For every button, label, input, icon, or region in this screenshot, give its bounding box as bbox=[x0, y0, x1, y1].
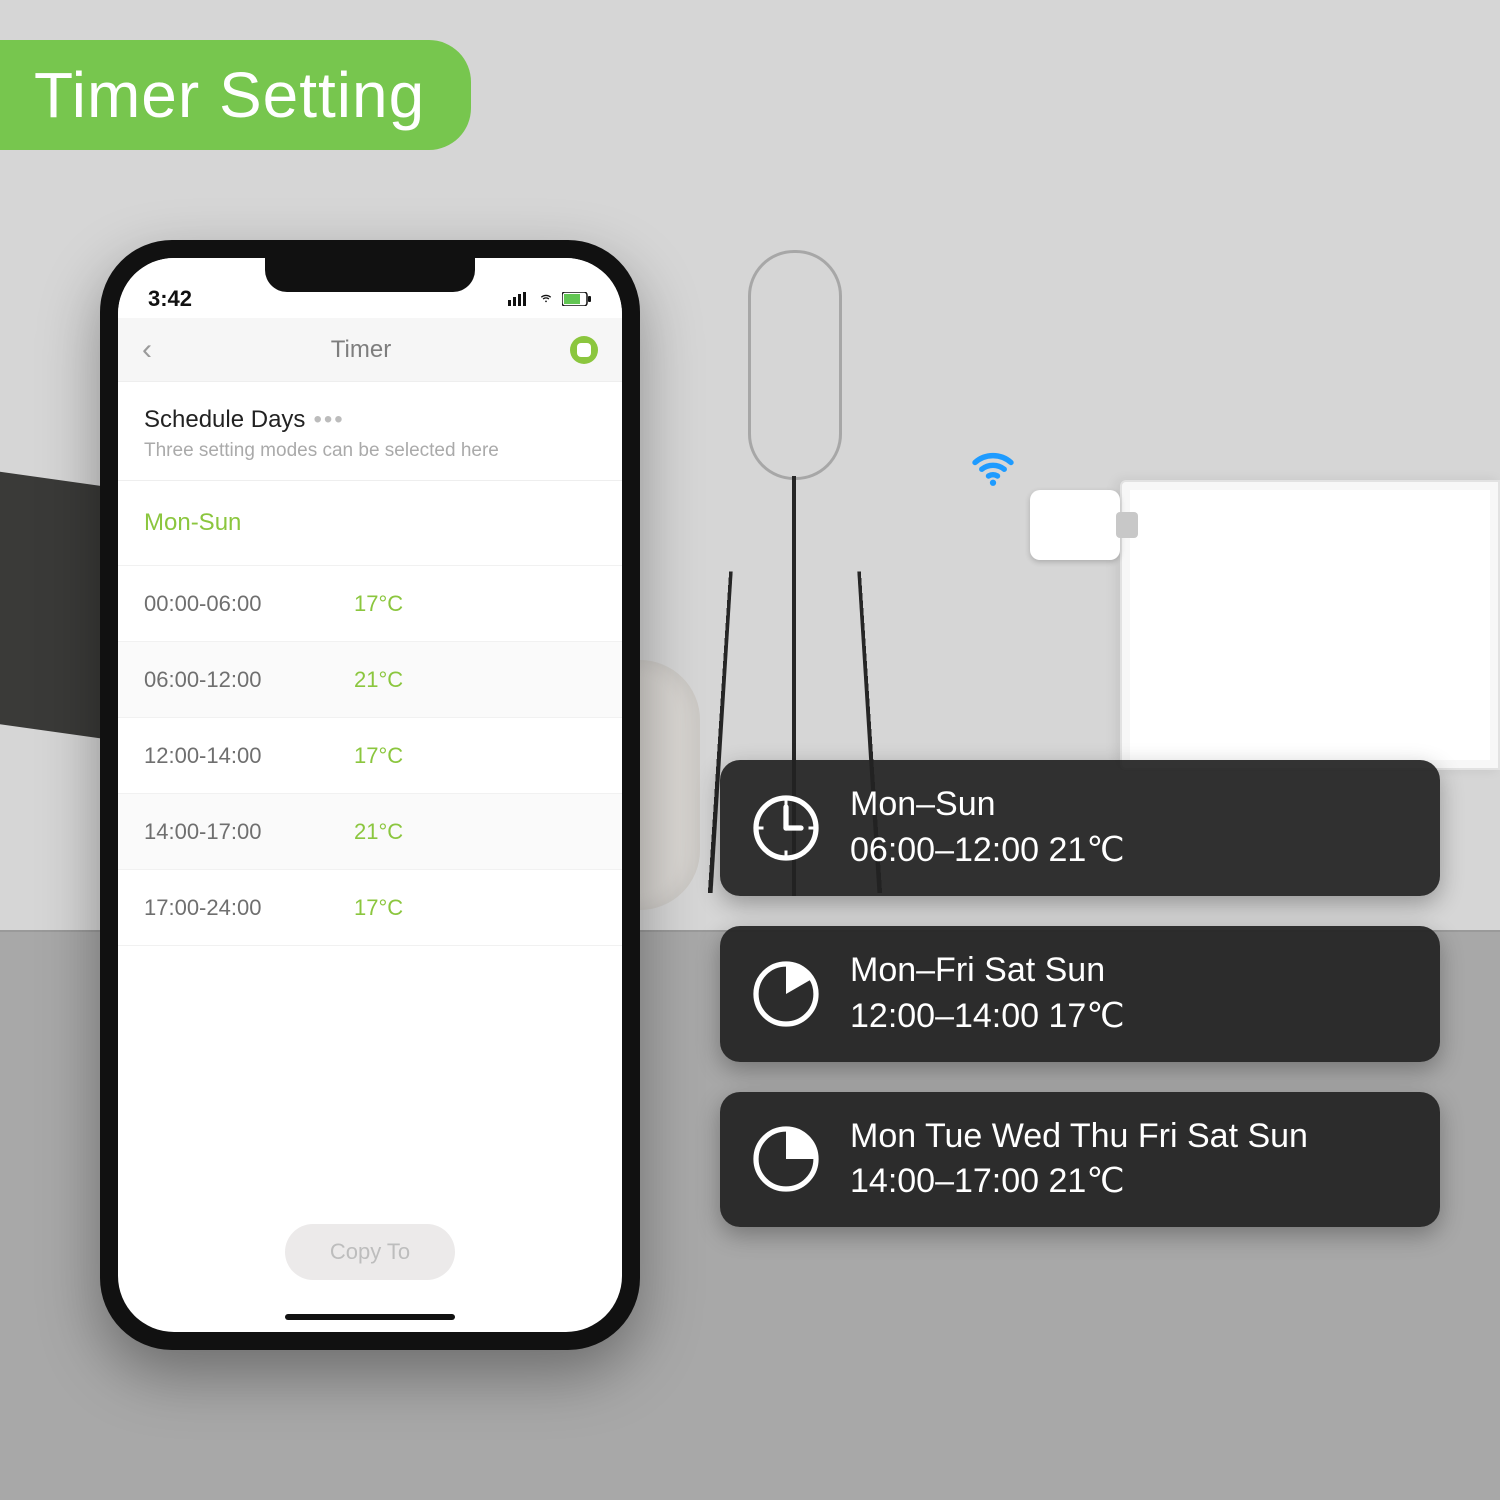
section-title: Schedule Days••• bbox=[144, 406, 596, 434]
schedule-row[interactable]: 14:00-17:00 21°C bbox=[118, 794, 622, 870]
schedule-list: 00:00-06:00 17°C 06:00-12:00 21°C 12:00-… bbox=[118, 566, 622, 946]
callout-days: Mon–Fri Sat Sun bbox=[850, 948, 1125, 994]
schedule-time: 00:00-06:00 bbox=[144, 591, 354, 617]
schedule-time: 06:00-12:00 bbox=[144, 667, 354, 693]
schedule-temp: 17°C bbox=[354, 591, 403, 617]
copy-to-button[interactable]: Copy To bbox=[285, 1224, 455, 1280]
page-title: Timer Setting bbox=[34, 59, 425, 131]
status-icons bbox=[508, 292, 592, 306]
nav-bar: ‹ Timer bbox=[118, 318, 622, 382]
schedule-temp: 17°C bbox=[354, 743, 403, 769]
more-dots-icon[interactable]: ••• bbox=[313, 406, 344, 433]
wifi-icon bbox=[966, 440, 1020, 499]
callout-card: Mon–Sun 06:00–12:00 21℃ bbox=[720, 760, 1440, 896]
schedule-row[interactable]: 12:00-14:00 17°C bbox=[118, 718, 622, 794]
schedule-time: 12:00-14:00 bbox=[144, 743, 354, 769]
wifi-status-icon bbox=[536, 292, 556, 306]
schedule-row[interactable]: 06:00-12:00 21°C bbox=[118, 642, 622, 718]
section-header: Schedule Days••• Three setting modes can… bbox=[118, 382, 622, 481]
status-time: 3:42 bbox=[148, 286, 192, 312]
schedule-row[interactable]: 00:00-06:00 17°C bbox=[118, 566, 622, 642]
callout-days: Mon–Sun bbox=[850, 782, 1125, 828]
clock-icon bbox=[750, 792, 822, 864]
home-icon[interactable] bbox=[570, 336, 598, 364]
schedule-time: 17:00-24:00 bbox=[144, 895, 354, 921]
page-title-banner: Timer Setting bbox=[0, 40, 471, 150]
day-range-label[interactable]: Mon-Sun bbox=[118, 481, 622, 566]
schedule-row[interactable]: 17:00-24:00 17°C bbox=[118, 870, 622, 946]
callout-card: Mon–Fri Sat Sun 12:00–14:00 17℃ bbox=[720, 926, 1440, 1062]
signal-icon bbox=[508, 292, 530, 306]
callout-detail: 14:00–17:00 21℃ bbox=[850, 1159, 1308, 1205]
schedule-temp: 21°C bbox=[354, 819, 403, 845]
phone-notch bbox=[265, 258, 475, 292]
screen-filler bbox=[118, 946, 622, 1224]
phone-screen: 3:42 ‹ Timer Schedule Days••• Three sett… bbox=[118, 258, 622, 1332]
battery-icon bbox=[562, 292, 592, 306]
callout-detail: 12:00–14:00 17℃ bbox=[850, 994, 1125, 1040]
nav-title: Timer bbox=[331, 336, 391, 364]
back-button[interactable]: ‹ bbox=[142, 333, 152, 367]
phone-frame: 3:42 ‹ Timer Schedule Days••• Three sett… bbox=[100, 240, 640, 1350]
radiator-decor bbox=[1120, 480, 1500, 770]
clock-quarter-icon bbox=[750, 1123, 822, 1195]
schedule-time: 14:00-17:00 bbox=[144, 819, 354, 845]
thermostat-valve-decor bbox=[1030, 490, 1120, 560]
schedule-temp: 21°C bbox=[354, 667, 403, 693]
callout-card: Mon Tue Wed Thu Fri Sat Sun 14:00–17:00 … bbox=[720, 1092, 1440, 1228]
clock-slice-icon bbox=[750, 958, 822, 1030]
schedule-temp: 17°C bbox=[354, 895, 403, 921]
callout-stack: Mon–Sun 06:00–12:00 21℃ Mon–Fri Sat Sun … bbox=[720, 760, 1440, 1227]
section-subtitle: Three setting modes can be selected here bbox=[144, 440, 596, 462]
callout-detail: 06:00–12:00 21℃ bbox=[850, 828, 1125, 874]
callout-days: Mon Tue Wed Thu Fri Sat Sun bbox=[850, 1114, 1308, 1160]
home-indicator[interactable] bbox=[285, 1314, 455, 1320]
